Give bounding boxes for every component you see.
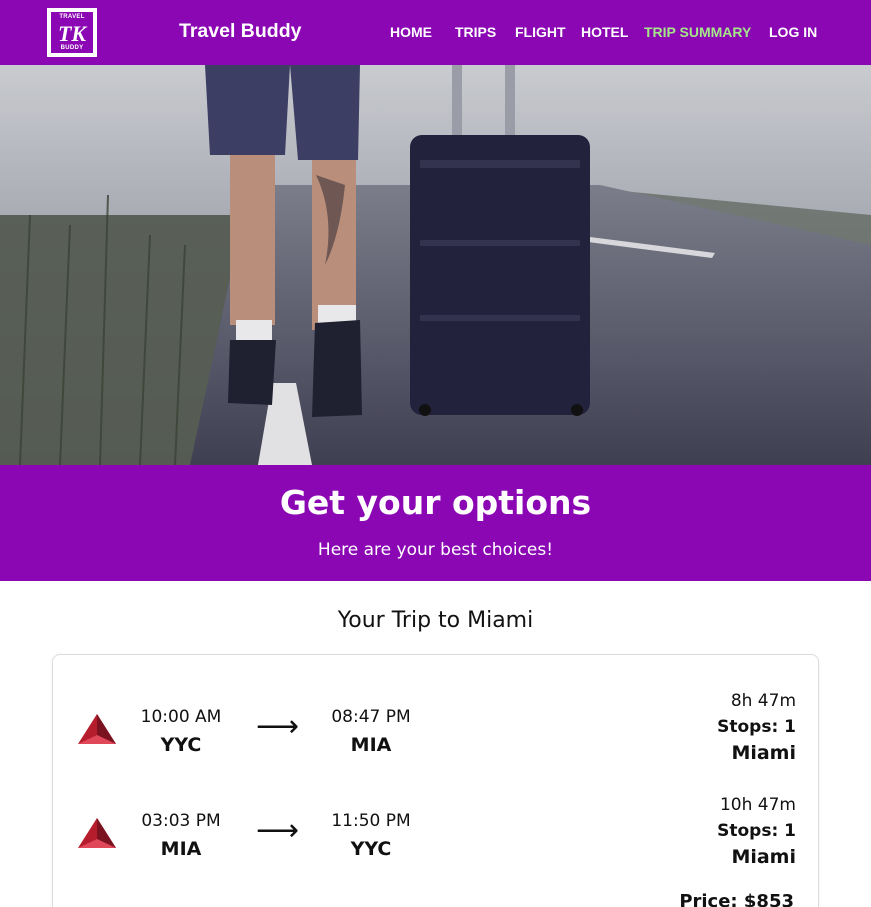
nav-link-trip-summary[interactable]: TRIP SUMMARY [644,24,751,40]
flight-option-card[interactable]: 10:00 AM YYC ⟶ 08:47 PM MIA 8h 47m Stops… [52,654,819,907]
delta-widget-icon [78,818,116,848]
flight-duration: 8h 47m [730,691,796,711]
flight-summary: 10h 47m Stops: 1 Miami [717,795,796,868]
flight-destination: Miami [731,742,796,764]
arrival-time: 08:47 PM [331,707,411,727]
flight-duration: 10h 47m [719,795,796,815]
trip-title: Your Trip to Miami [337,608,534,633]
nav-link-flight[interactable]: FLIGHT [515,24,566,40]
flight-row[interactable]: 03:03 PM MIA ⟶ 11:50 PM YYC 10h 47m Stop… [53,795,820,885]
arrival-time: 11:50 PM [331,811,411,831]
nav-link-trips[interactable]: TRIPS [455,24,496,40]
arrow-right-icon: ⟶ [256,709,300,744]
trip-price: Price: $853 [679,891,794,907]
top-navbar: TRAVEL TK BUDDY Travel Buddy HOME TRIPS … [0,0,871,65]
flight-stops: Stops: 1 [717,717,796,737]
options-banner: Get your options Here are your best choi… [0,465,871,581]
nav-link-home[interactable]: HOME [390,24,432,40]
flight-summary: 8h 47m Stops: 1 Miami [717,691,796,764]
departure-time: 10:00 AM [140,707,222,727]
flight-row[interactable]: 10:00 AM YYC ⟶ 08:47 PM MIA 8h 47m Stops… [53,691,820,781]
arrival-airport-code: YYC [350,838,392,860]
hero-traveler-illustration [0,65,871,465]
arrow-right-icon: ⟶ [256,813,300,848]
logo-top-text: TRAVEL [59,14,85,20]
banner-subtitle: Here are your best choices! [317,540,554,560]
arrival-airport-code: MIA [350,734,392,756]
nav-link-hotel[interactable]: HOTEL [581,24,628,40]
logo-bottom-text: BUDDY [60,45,84,51]
hero-image [0,65,871,465]
banner-title: Get your options [279,483,592,522]
departure-airport-code: MIA [160,838,202,860]
departure-airport-code: YYC [160,734,202,756]
flight-destination: Miami [731,846,796,868]
flight-stops: Stops: 1 [717,821,796,841]
departure-time: 03:03 PM [141,811,221,831]
nav-link-log-in[interactable]: LOG IN [769,24,817,40]
delta-widget-icon [78,714,116,744]
nav-links: HOME TRIPS FLIGHT HOTEL TRIP SUMMARY LOG… [0,24,871,42]
